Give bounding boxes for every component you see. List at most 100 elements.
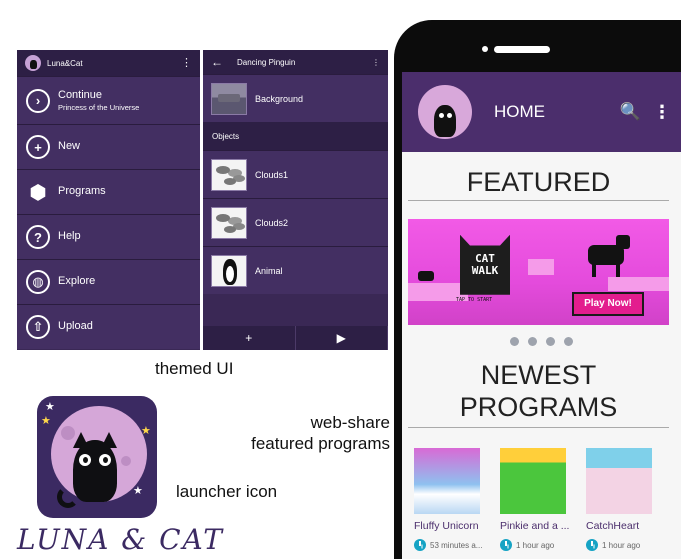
add-object-button[interactable]: +: [203, 326, 296, 350]
menu-item-continue[interactable]: › Continue Princess of the Universe: [17, 76, 200, 124]
newest-title-line2: PROGRAMS: [459, 391, 618, 422]
app-logo-icon: [25, 55, 41, 71]
clock-icon: [500, 539, 512, 552]
background-row[interactable]: Background: [203, 74, 388, 122]
objects-empty-space: [203, 294, 388, 324]
play-button[interactable]: ▶: [296, 326, 388, 350]
menu-item-upload[interactable]: ⇧ Upload: [17, 304, 200, 349]
search-icon[interactable]: 🔍: [620, 102, 641, 122]
carousel-indicator: [402, 336, 681, 346]
main-menu-screen: Luna&Cat ⋮ › Continue Princess of the Uni…: [17, 50, 200, 350]
background-label: Background: [255, 93, 304, 104]
menu-item-label: New: [58, 140, 81, 153]
carousel-dot[interactable]: [546, 336, 555, 346]
menu-item-explore[interactable]: ◍ Explore: [17, 259, 200, 304]
more-vert-icon[interactable]: ⋮: [372, 58, 380, 67]
black-cat-leg: [616, 262, 620, 277]
clock-icon: [414, 539, 426, 552]
globe-icon: ◍: [26, 270, 50, 294]
caption-launcher-icon: launcher icon: [176, 482, 278, 501]
clouds-thumbnail: [211, 206, 247, 239]
objects-section-header: Objects: [203, 122, 388, 150]
penguin-thumbnail: [211, 254, 247, 287]
program-thumbnail: [586, 448, 652, 515]
background-thumbnail: [211, 82, 247, 115]
carousel-dot[interactable]: [528, 336, 537, 346]
banner-platform: [608, 276, 669, 291]
object-label: Clouds2: [255, 217, 289, 228]
app-logo-icon[interactable]: [418, 85, 472, 139]
cat-walk-logo-text: CAT WALK: [462, 251, 508, 277]
menu-item-label: Help: [58, 230, 81, 243]
objects-bottom-bar: + ▶: [203, 326, 388, 350]
brand-wordmark: LUNA & CAT: [17, 523, 224, 556]
carousel-dot[interactable]: [564, 336, 573, 346]
program-card[interactable]: Pinkie and a ... 1 hour ago: [500, 448, 569, 552]
plus-icon: +: [245, 331, 253, 345]
more-vert-icon[interactable]: ⋮: [181, 57, 192, 69]
objects-app-bar: ← Dancing Pinguin ⋮: [203, 50, 388, 74]
objects-screen: ← Dancing Pinguin ⋮ Background Objects C…: [203, 50, 388, 350]
program-thumbnail: [500, 448, 566, 515]
object-row-clouds2[interactable]: Clouds2: [203, 198, 388, 246]
program-time: 1 hour ago: [500, 539, 566, 552]
object-row-animal[interactable]: Animal: [203, 246, 388, 294]
black-cat-leg: [592, 262, 596, 277]
program-time: 1 hour ago: [586, 539, 652, 552]
newest-title-line1: NEWEST: [480, 359, 597, 390]
cube-icon: ⬢: [29, 181, 47, 204]
menu-item-new[interactable]: + New: [17, 124, 200, 169]
object-row-clouds1[interactable]: Clouds1: [203, 150, 388, 198]
menu-app-title: Luna&Cat: [47, 58, 83, 68]
back-arrow-icon[interactable]: ←: [211, 55, 223, 69]
featured-title: FEATURED: [408, 167, 669, 201]
banner-logo-line1: CAT: [475, 251, 495, 265]
menu-app-bar: Luna&Cat ⋮: [17, 50, 200, 76]
caption-web-share: web-share featured programs: [222, 412, 390, 455]
menu-item-label: Continue: [58, 89, 103, 102]
program-card[interactable]: Fluffy Unicorn 53 minutes a...: [414, 448, 483, 552]
object-label: Clouds1: [255, 169, 289, 180]
launcher-icon: ★ ★ ★ ★: [37, 396, 157, 518]
program-time: 53 minutes a...: [414, 539, 483, 552]
program-time-text: 1 hour ago: [516, 540, 555, 550]
menu-item-label: Upload: [58, 320, 93, 333]
clouds-thumbnail: [211, 158, 247, 191]
clock-icon: [586, 539, 598, 552]
help-circle-icon: ?: [26, 225, 50, 249]
project-title: Dancing Pinguin: [237, 57, 296, 67]
cat-icon: [73, 440, 117, 502]
more-vert-icon[interactable]: ⋮: [653, 102, 671, 123]
carousel-dot[interactable]: [510, 336, 519, 346]
featured-banner[interactable]: CAT WALK TAP TO START Play Now!: [408, 218, 669, 325]
star-icon: ★: [133, 485, 143, 497]
program-name: CatchHeart: [586, 520, 640, 533]
object-label: Animal: [255, 265, 283, 276]
star-icon: ★: [45, 401, 55, 413]
program-list: Fluffy Unicorn 53 minutes a... Pinkie an…: [402, 448, 681, 552]
newest-programs-title: NEWEST PROGRAMS: [408, 360, 669, 429]
black-cat-icon: [418, 270, 434, 281]
play-now-button[interactable]: Play Now!: [572, 291, 644, 316]
menu-item-sublabel: Princess of the Universe: [58, 102, 140, 112]
camera-dot: [482, 46, 488, 52]
moon-crater: [121, 456, 131, 466]
menu-item-label: Explore: [58, 275, 96, 288]
plus-circle-icon: +: [26, 135, 50, 159]
play-icon: ▶: [336, 331, 346, 345]
caption-web-share-line2: featured programs: [251, 434, 390, 454]
cat-eye: [99, 454, 111, 466]
menu-item-programs[interactable]: ⬢ Programs: [17, 169, 200, 214]
program-time-text: 1 hour ago: [602, 540, 641, 550]
chevron-right-circle-icon: ›: [26, 88, 50, 113]
program-time-text: 53 minutes a...: [430, 540, 483, 550]
tap-to-start-text: TAP TO START: [456, 296, 493, 303]
star-icon: ★: [41, 415, 51, 427]
speaker-slot: [494, 46, 550, 53]
banner-logo-line2: WALK: [471, 263, 499, 277]
phone-frame: HOME 🔍 ⋮ FEATURED CAT WALK TAP TO START …: [394, 20, 681, 559]
menu-item-help[interactable]: ? Help: [17, 214, 200, 259]
program-card[interactable]: CatchHeart 1 hour ago: [586, 448, 652, 552]
program-name: Fluffy Unicorn: [414, 520, 479, 533]
menu-item-label: Programs: [58, 185, 106, 198]
